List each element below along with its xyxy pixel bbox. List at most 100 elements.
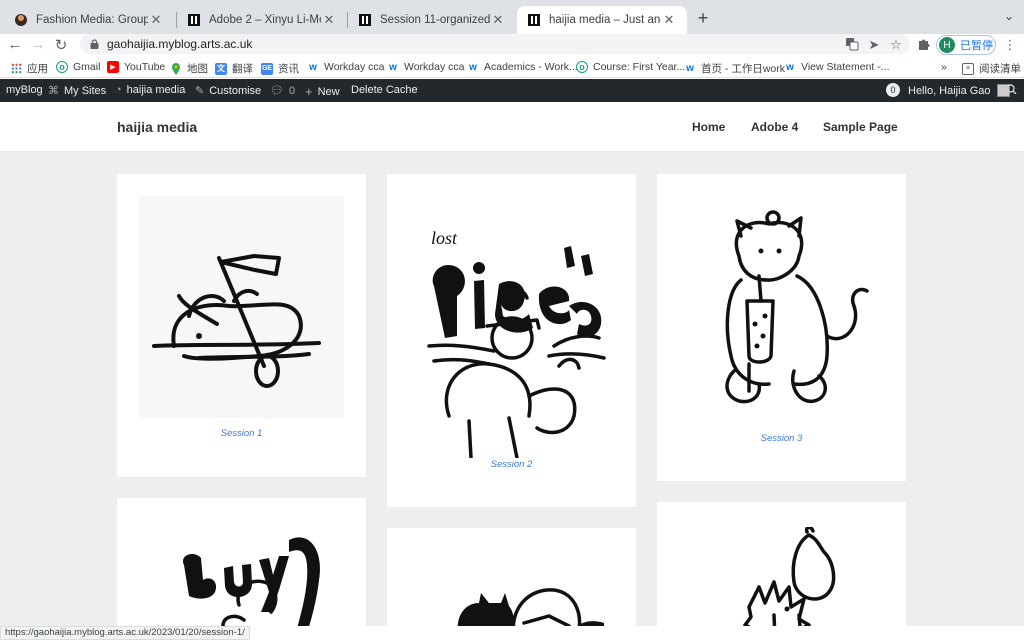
post-card-5[interactable] <box>387 528 636 626</box>
tab-haijia-media[interactable]: haijia media – Just another myBl ✕ <box>517 6 687 34</box>
profile-button[interactable]: H 已暂停 <box>936 35 996 55</box>
admin-site-name-link[interactable]: ◔ haijia media <box>115 84 185 96</box>
bookmark-news[interactable]: GE 资讯 <box>261 61 299 76</box>
tab-session-11[interactable]: Session 11-organized content ✕ <box>348 6 516 34</box>
close-tab-icon[interactable]: ✕ <box>661 12 677 28</box>
admin-notifications[interactable]: 0 <box>886 83 906 97</box>
admin-account-menu[interactable]: Hello, Haijia Gao <box>908 84 1010 97</box>
reading-list-button[interactable]: ≡ 阅读清单 <box>962 61 1021 76</box>
post-card-4[interactable] <box>117 498 366 626</box>
browser-toolbar: ← → ↻ gaohaijia.myblog.arts.ac.uk ➤ ☆ H … <box>0 34 1024 58</box>
url-text: gaohaijia.myblog.arts.ac.uk <box>107 37 253 51</box>
admin-customise-link[interactable]: ✎ Customise <box>195 84 262 98</box>
bookmark-label: View Statement -... <box>801 61 890 73</box>
extensions-puzzle-icon[interactable] <box>916 37 932 53</box>
admin-customise-label: Customise <box>209 84 262 97</box>
admin-comments-link[interactable]: 💬︎ 0 <box>270 84 296 98</box>
post-card-session-2[interactable]: lost Session 2 <box>387 174 636 507</box>
post-card-session-1[interactable]: Session 1 <box>117 174 366 477</box>
post-card-session-3[interactable]: Session 3 <box>657 174 906 481</box>
bookmark-label: Workday cca <box>404 61 465 73</box>
workday-icon: w <box>786 61 794 73</box>
send-icon[interactable]: ➤ <box>866 37 882 53</box>
bookmark-view-statement[interactable]: w View Statement -... <box>784 61 890 73</box>
site-favicon-icon <box>188 14 200 26</box>
address-bar[interactable]: gaohaijia.myblog.arts.ac.uk <box>80 34 910 54</box>
admin-my-sites-link[interactable]: ⌘ My Sites <box>48 84 107 98</box>
post-caption-link[interactable]: Session 3 <box>657 433 906 444</box>
post-caption-link[interactable]: Session 1 <box>117 428 366 439</box>
reading-list-icon: ≡ <box>962 62 974 75</box>
tab-adobe-2[interactable]: Adobe 2 – Xinyu Li-Media ✕ <box>177 6 347 34</box>
bookmark-label: 地图 <box>187 63 208 75</box>
bookmark-label: Academics - Work... <box>484 61 578 73</box>
admin-comment-count: 0 <box>288 84 296 97</box>
bookmark-label: YouTube <box>124 61 166 73</box>
new-tab-icon[interactable]: + <box>693 8 713 29</box>
translate-icon: 文 <box>215 62 227 75</box>
admin-delete-cache-link[interactable]: Delete Cache <box>351 84 418 96</box>
reading-list-label: 阅读清单 <box>979 63 1021 75</box>
profile-status: 已暂停 <box>960 40 993 52</box>
youtube-icon: ▶ <box>107 61 119 73</box>
admin-search-icon[interactable] <box>1006 84 1017 95</box>
apps-grid-icon <box>10 63 22 75</box>
workday-icon: w <box>309 61 317 73</box>
lost-text-art: lost <box>431 228 458 248</box>
tab-title: Session 11-organized content <box>380 14 490 26</box>
workday-icon: w <box>469 61 477 73</box>
avatar: H <box>939 37 955 53</box>
bookmark-academics[interactable]: w Academics - Work... <box>467 61 578 73</box>
nav-sample-page[interactable]: Sample Page <box>823 120 898 134</box>
bookmark-youtube[interactable]: ▶ YouTube <box>107 61 165 73</box>
bookmark-workday-2[interactable]: w Workday cca <box>387 61 465 73</box>
post-thumbnail-cat-bubble-tea[interactable] <box>679 196 884 428</box>
site-header: haijia media Home Adobe 4 Sample Page <box>0 102 1024 152</box>
post-thumbnail-buy-cat[interactable] <box>139 520 344 626</box>
bookmark-homepage[interactable]: w 首页 - 工作日work <box>684 61 785 76</box>
paintbrush-icon: ✎ <box>195 85 205 97</box>
close-tab-icon[interactable]: ✕ <box>148 12 164 28</box>
bookmark-translate[interactable]: 文 翻译 <box>215 61 253 76</box>
admin-site-name-label: haijia media <box>126 84 186 96</box>
forward-icon[interactable]: → <box>29 36 47 53</box>
tab-title: haijia media – Just another myBl <box>549 14 661 26</box>
post-thumbnail-lost-pigeon[interactable]: lost <box>409 196 614 458</box>
bookmark-star-icon[interactable]: ☆ <box>888 37 904 53</box>
bookmark-gmail[interactable]: o Gmail <box>56 61 100 73</box>
admin-myblog-link[interactable]: myBlog <box>6 84 43 96</box>
admin-greeting: Hello, Haijia Gao <box>908 84 991 97</box>
bookmark-label: 资讯 <box>278 63 299 75</box>
bookmark-label: Workday cca <box>324 61 385 73</box>
bookmark-maps[interactable]: 地图 <box>170 61 208 76</box>
post-thumbnail-hedgehog-pear[interactable] <box>679 527 884 626</box>
network-sites-icon: ⌘ <box>48 85 59 97</box>
site-title[interactable]: haijia media <box>117 119 197 135</box>
more-bookmarks-chevron-icon[interactable]: » <box>941 61 947 73</box>
bookmark-course[interactable]: o Course: First Year... <box>576 61 685 73</box>
tab-search-chevron-icon[interactable]: ⌄ <box>1004 9 1014 23</box>
posts-grid: Session 1 lost Session 2 Session 3 <box>0 152 1024 626</box>
translate-page-icon[interactable] <box>844 37 860 53</box>
kebab-menu-icon[interactable]: ⋮ <box>1002 37 1018 53</box>
post-caption-link[interactable]: Session 2 <box>387 459 636 470</box>
nav-home[interactable]: Home <box>692 120 725 134</box>
admin-new-link[interactable]: + New <box>305 84 340 99</box>
bookmark-apps[interactable]: 应用 <box>10 61 48 76</box>
nav-adobe-4[interactable]: Adobe 4 <box>751 120 798 134</box>
moodle-icon: o <box>576 61 588 73</box>
post-thumbnail-rabbit-rowing[interactable] <box>139 196 344 418</box>
close-tab-icon[interactable]: ✕ <box>490 12 506 28</box>
admin-my-sites-label: My Sites <box>64 84 107 97</box>
tab-fashion-media[interactable]: Fashion Media: Group 1 ✕ <box>4 6 174 34</box>
close-tab-icon[interactable]: ✕ <box>321 12 337 28</box>
reload-icon[interactable]: ↻ <box>52 36 70 54</box>
post-card-6[interactable] <box>657 502 906 626</box>
bookmark-label: Course: First Year... <box>593 61 686 73</box>
bookmark-label: 应用 <box>27 63 48 75</box>
lock-icon <box>90 39 99 49</box>
bookmark-workday-1[interactable]: w Workday cca <box>307 61 385 73</box>
admin-myblog-label: myBlog <box>6 84 43 96</box>
back-icon[interactable]: ← <box>6 36 24 53</box>
post-thumbnail-cats-hat[interactable] <box>409 568 614 626</box>
